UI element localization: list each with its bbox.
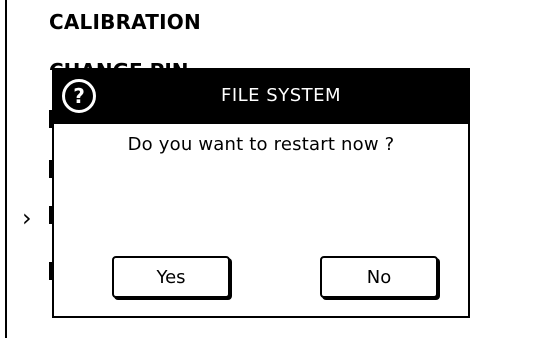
- left-border-line: [5, 0, 7, 338]
- restart-dialog: ? FILE SYSTEM Do you want to restart now…: [52, 68, 470, 318]
- dialog-header: ? FILE SYSTEM: [54, 70, 468, 124]
- dialog-title: FILE SYSTEM: [220, 85, 342, 106]
- chevron-right-icon: ›: [22, 204, 32, 232]
- menu-item-calibration[interactable]: CALIBRATION: [49, 10, 201, 34]
- dialog-message: Do you want to restart now ?: [127, 134, 395, 155]
- yes-button[interactable]: Yes: [112, 256, 230, 298]
- no-button[interactable]: No: [320, 256, 438, 298]
